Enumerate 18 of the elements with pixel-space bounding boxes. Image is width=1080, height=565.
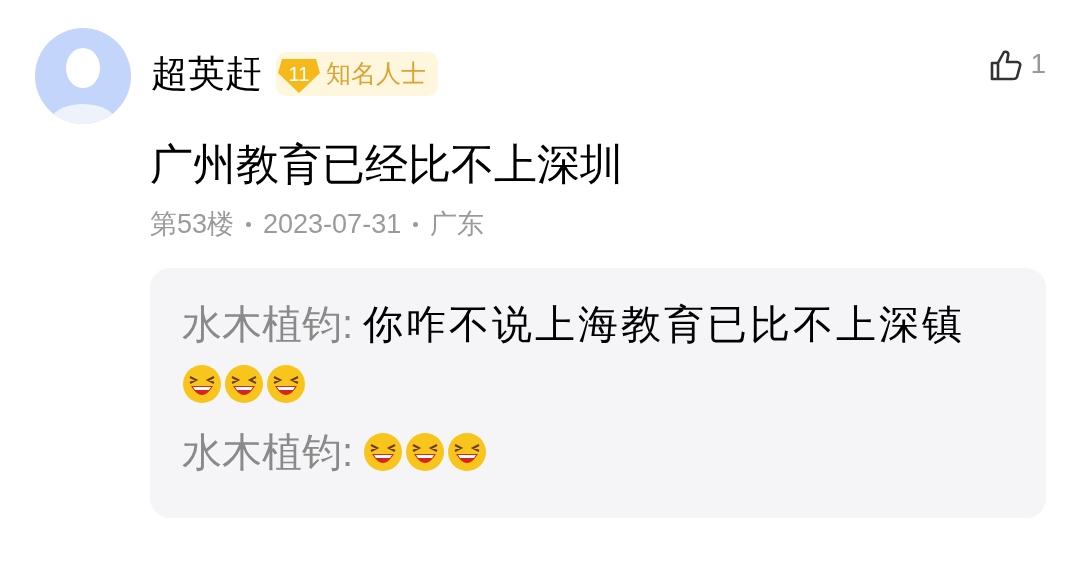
- meta-text: 广东: [430, 207, 485, 241]
- meta-text: 第53楼: [150, 207, 235, 241]
- laughing-emoji-icon: [363, 432, 404, 472]
- reply-author[interactable]: 水木植钧:: [182, 302, 354, 346]
- meta-text: 2023-07-31: [263, 207, 402, 241]
- laughing-emoji-icon: [405, 432, 446, 472]
- username[interactable]: 超英赶: [151, 46, 262, 102]
- level-number: 11: [287, 62, 311, 87]
- like-count: 1: [1030, 47, 1046, 81]
- reply-text: 你咋不说上海教育已比不上深镇: [363, 302, 966, 346]
- laughing-emoji-icon: [266, 364, 306, 404]
- laughing-emoji-icon: [182, 364, 222, 404]
- comment-text: 广州教育已经比不上深圳: [150, 139, 624, 190]
- badge-title: 知名人士: [326, 58, 426, 90]
- laughing-emoji-icon: [224, 364, 264, 404]
- reply-author[interactable]: 水木植钧:: [182, 430, 354, 474]
- thumbs-up-icon[interactable]: [988, 47, 1025, 83]
- laughing-emoji-icon: [447, 432, 488, 472]
